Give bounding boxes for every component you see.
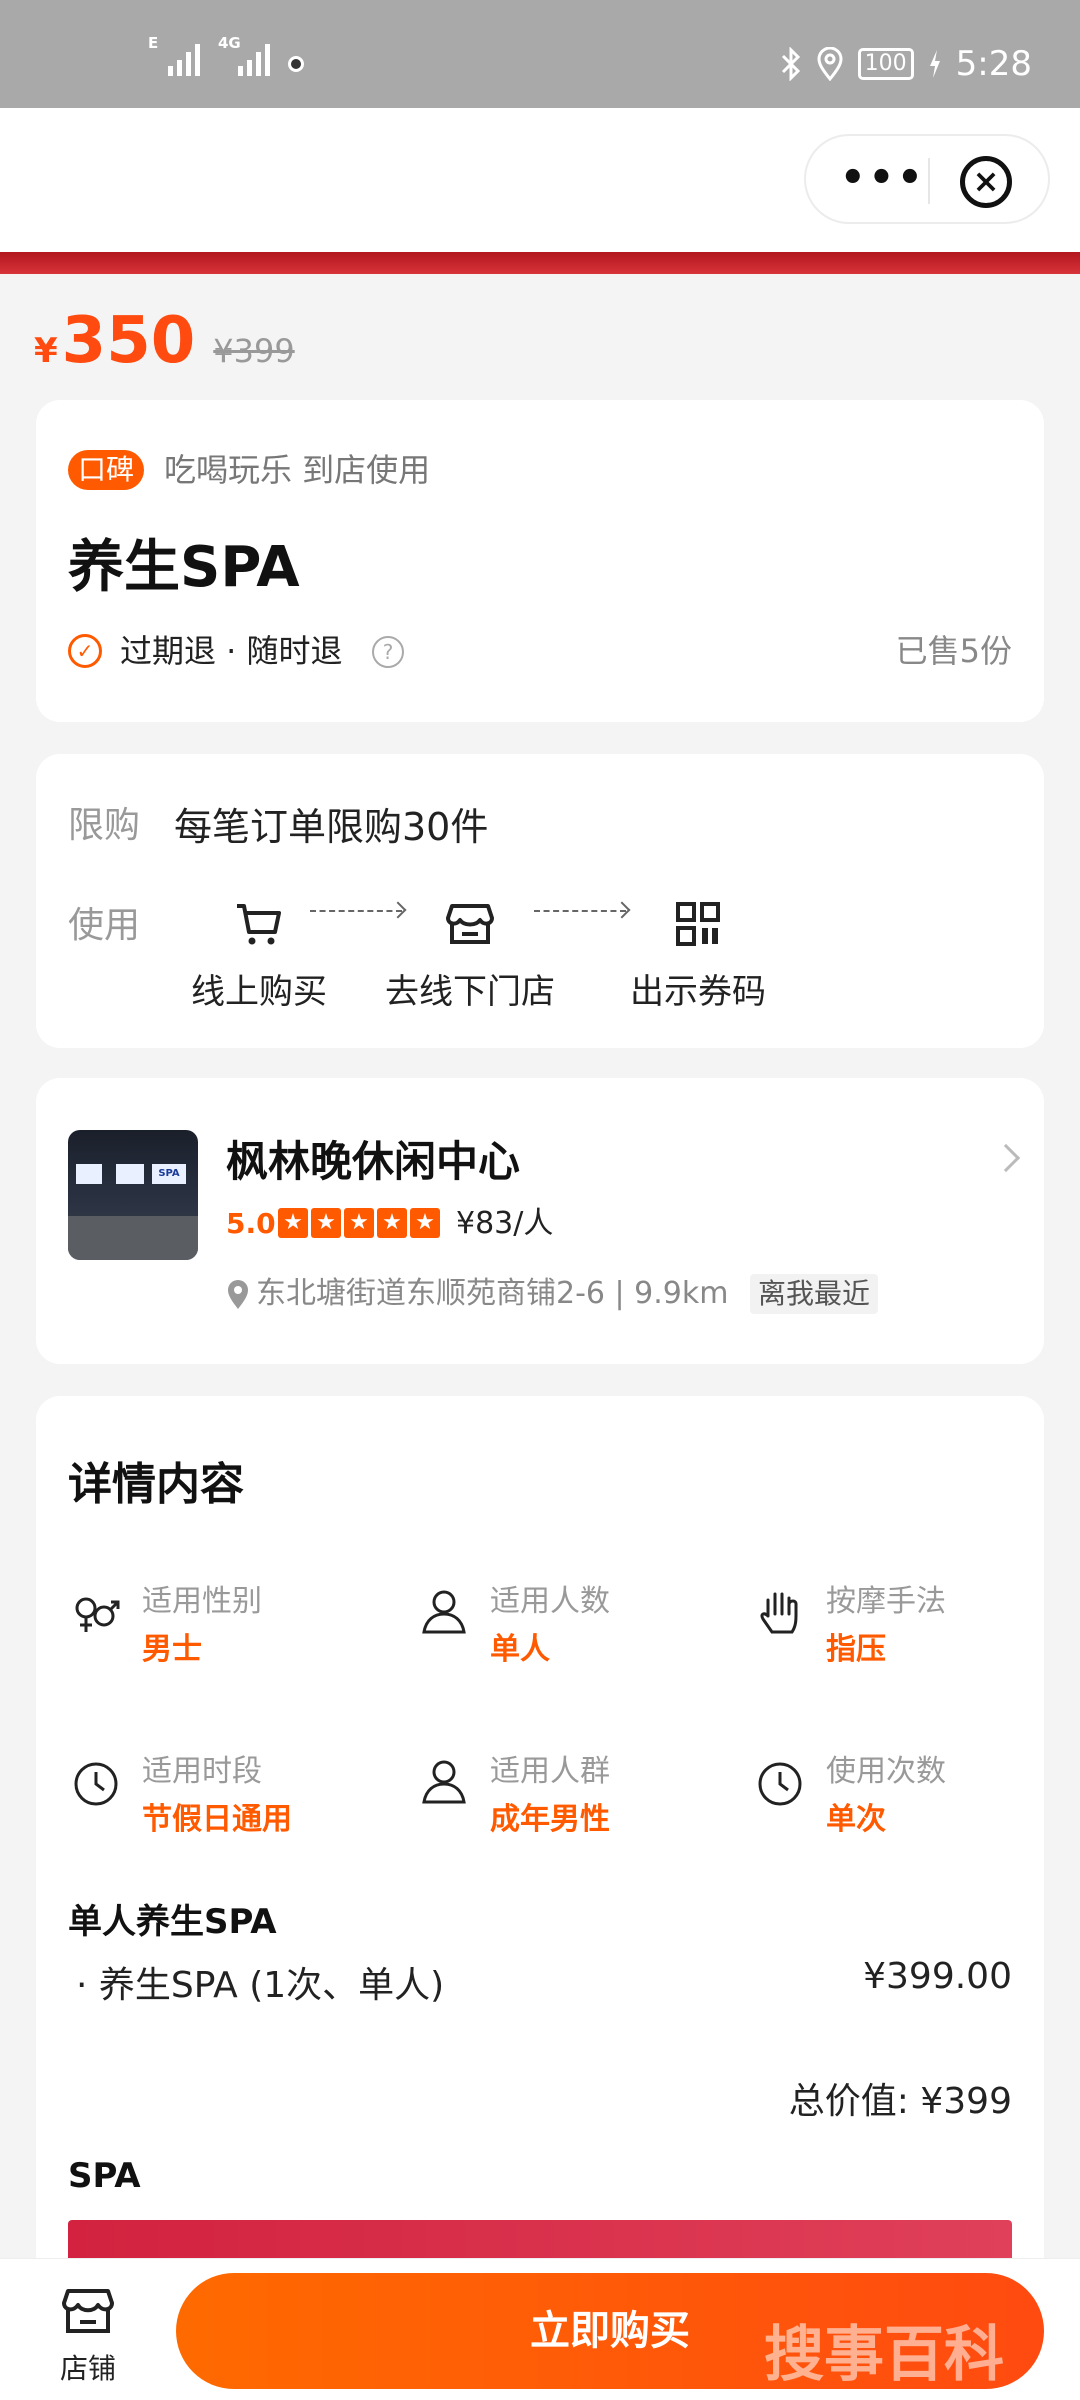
store-icon [62, 2289, 114, 2333]
bluetooth-icon [781, 47, 800, 81]
bottom-bar: 店铺 立即购买 搜事百科 [0, 2258, 1080, 2400]
attr-value: 单人 [490, 1632, 550, 1667]
limit-label: 限购 [68, 805, 141, 846]
refund-policy: 过期退 · 随时退 [120, 632, 343, 670]
arrow-icon [534, 910, 626, 930]
star-icon: ★ [311, 1208, 341, 1238]
attr-value: 指压 [826, 1632, 886, 1667]
location-pin-icon [228, 1280, 248, 1309]
attr-time: 适用时段 节假日通用 [68, 1746, 398, 1837]
koubei-tag: 口碑 [68, 450, 145, 490]
step-label: 去线下门店 [385, 972, 555, 1012]
original-price: ¥399 [213, 332, 295, 370]
details-card: 详情内容 适用性别 男士 适用人数 单人 按摩手法 指压 适用时段 节假日通用 … [36, 1396, 1044, 2400]
clock-time: 5:28 [955, 44, 1032, 84]
nav-bar: ••• × [0, 108, 1080, 252]
person-icon [422, 1590, 466, 1634]
attr-value: 单次 [826, 1802, 886, 1837]
capsule-divider [928, 158, 930, 204]
step-visit-store: 去线下门店 [380, 896, 560, 1013]
category-text: 吃喝玩乐 到店使用 [164, 451, 431, 489]
status-right: 100 5:28 [780, 44, 1032, 84]
chevron-right-icon[interactable] [991, 1143, 1021, 1173]
signal-area: E 4G [148, 34, 304, 76]
attr-value: 男士 [142, 1632, 202, 1667]
step-show-code: 出示券码 [618, 896, 778, 1013]
use-label: 使用 [68, 905, 141, 946]
notification-icon [288, 56, 304, 72]
clock-icon [758, 1762, 802, 1806]
star-icon: ★ [377, 1208, 407, 1238]
attr-technique: 按摩手法 指压 [752, 1576, 1012, 1667]
network-type-label: 4G [218, 34, 241, 52]
sold-count: 已售5份 [895, 632, 1012, 670]
spa-section-title: SPA [68, 2156, 141, 2196]
step-label: 线上购买 [191, 972, 327, 1012]
shop-name[interactable]: 枫林晚休闲中心 [226, 1128, 520, 1189]
package-title: 单人养生SPA [68, 1902, 277, 1942]
charging-icon [929, 50, 940, 78]
signal-icon: 4G [218, 34, 270, 76]
star-icon: ★ [344, 1208, 374, 1238]
section-title: 详情内容 [68, 1459, 244, 1510]
attr-gender: 适用性别 男士 [68, 1576, 398, 1667]
attr-label: 适用人群 [490, 1754, 610, 1789]
attr-value: 成年男性 [490, 1802, 610, 1837]
step-label: 出示券码 [630, 972, 766, 1012]
check-icon: ✓ [68, 634, 102, 668]
attr-label: 使用次数 [826, 1754, 946, 1789]
attr-label: 适用性别 [142, 1584, 262, 1619]
price-row: ¥ 350 ¥399 [34, 304, 295, 384]
shop-card[interactable]: SPA 枫林晚休闲中心 5.0 ★ ★ ★ ★ ★ ¥83/人 东北塘街道东顺苑… [36, 1078, 1044, 1364]
status-bar: E 4G 100 5:28 [0, 0, 1080, 108]
cart-icon [237, 904, 281, 945]
attr-label: 适用人数 [490, 1584, 610, 1619]
clock-icon [74, 1762, 118, 1806]
person-icon [422, 1760, 466, 1804]
limit-text: 每笔订单限购30件 [174, 805, 489, 849]
attr-crowd: 适用人群 成年男性 [416, 1746, 716, 1837]
battery-icon: 100 [857, 48, 914, 80]
currency-symbol: ¥ [34, 331, 58, 371]
current-price: 350 [61, 304, 196, 378]
signal-icon: E [148, 34, 200, 76]
store-label: 店铺 [59, 2352, 116, 2385]
rating-stars: ★ ★ ★ ★ ★ [278, 1208, 440, 1238]
buy-now-button[interactable]: 立即购买 搜事百科 [176, 2273, 1044, 2390]
store-icon [446, 904, 494, 944]
shop-thumbnail: SPA [68, 1130, 198, 1260]
attr-value: 节假日通用 [142, 1802, 292, 1837]
attr-label: 按摩手法 [826, 1584, 946, 1619]
watermark: 搜事百科 [764, 2320, 1004, 2390]
package-item-name: · 养生SPA (1次、单人) [76, 1965, 445, 2006]
shop-rating: 5.0 [226, 1207, 276, 1240]
package-item-price: ¥399.00 [863, 1956, 1012, 1997]
nearest-badge: 离我最近 [750, 1274, 879, 1314]
per-person-price: ¥83/人 [456, 1206, 554, 1241]
gender-icon [75, 1597, 120, 1632]
qrcode-icon [676, 902, 720, 946]
banner-image [0, 252, 1080, 274]
capsule-menu: ••• × [804, 134, 1050, 224]
network-type-label: E [148, 34, 159, 52]
attr-label: 适用时段 [142, 1754, 262, 1789]
product-title: 养生SPA [68, 535, 300, 600]
total-value: 总价值: ¥399 [788, 2081, 1012, 2122]
usage-card: 限购 每笔订单限购30件 使用 线上购买 去线下门店 出示券码 [36, 754, 1044, 1048]
close-button[interactable]: × [960, 156, 1012, 208]
product-info-card: 口碑 吃喝玩乐 到店使用 养生SPA ✓ 过期退 · 随时退 ? 已售5份 [36, 400, 1044, 722]
shop-address: 东北塘街道东顺苑商铺2-6 | 9.9km [256, 1276, 729, 1311]
store-button[interactable]: 店铺 [36, 2285, 140, 2387]
location-icon [817, 47, 843, 81]
more-button[interactable]: ••• [840, 158, 926, 198]
attr-times: 使用次数 单次 [752, 1746, 1012, 1837]
buy-now-label: 立即购买 [530, 2308, 690, 2354]
hand-icon [760, 1592, 798, 1634]
star-icon: ★ [278, 1208, 308, 1238]
star-icon: ★ [410, 1208, 440, 1238]
attr-people: 适用人数 单人 [416, 1576, 716, 1667]
help-icon[interactable]: ? [372, 636, 404, 668]
